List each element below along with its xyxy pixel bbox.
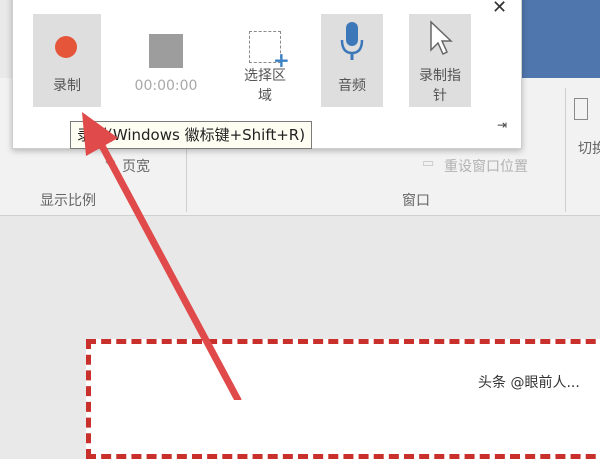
close-icon[interactable]: ✕ (492, 0, 507, 18)
record-button[interactable]: 录制 (33, 14, 101, 107)
page-width-button[interactable]: 页宽 (122, 156, 150, 176)
microphone-icon (340, 22, 364, 60)
record-pointer-button[interactable]: 录制指 针 (409, 14, 471, 107)
select-area-button[interactable]: + 选择区 域 (225, 14, 305, 107)
window-group-label: 窗口 (402, 193, 430, 209)
cursor-icon (430, 20, 453, 56)
app-title-bar (520, 0, 600, 78)
record-tooltip: 录制(Windows 徽标键+Shift+R) (70, 121, 313, 149)
select-area-label-line1: 选择区 (244, 68, 286, 84)
switch-window-icon (574, 98, 588, 120)
stop-icon (149, 34, 183, 68)
watermark: 头条 @眼前人... (478, 375, 580, 391)
reset-window-icon: ▭ (422, 156, 435, 171)
record-dot-icon (55, 36, 77, 58)
pin-icon[interactable]: ⇥ (497, 118, 507, 132)
select-area-label-line2: 域 (258, 88, 272, 104)
stop-button[interactable]: 00:00:00 (113, 14, 219, 107)
record-pointer-label-line1: 录制指 (419, 68, 461, 84)
audio-label: 音频 (338, 78, 366, 94)
page-width-icon: ⇔ (105, 155, 116, 170)
switch-window-button[interactable]: 切换 (578, 138, 600, 158)
ribbon-separator (186, 148, 187, 212)
reset-window-position-button[interactable]: 重设窗口位置 (444, 156, 528, 176)
recording-timer: 00:00:00 (134, 78, 198, 94)
record-pointer-label-line2: 针 (433, 88, 447, 104)
zoom-group-label: 显示比例 (40, 193, 96, 209)
record-label: 录制 (53, 78, 81, 94)
audio-button[interactable]: 音频 (321, 14, 383, 107)
recording-area-outline (86, 339, 600, 459)
ribbon-separator (565, 88, 566, 212)
